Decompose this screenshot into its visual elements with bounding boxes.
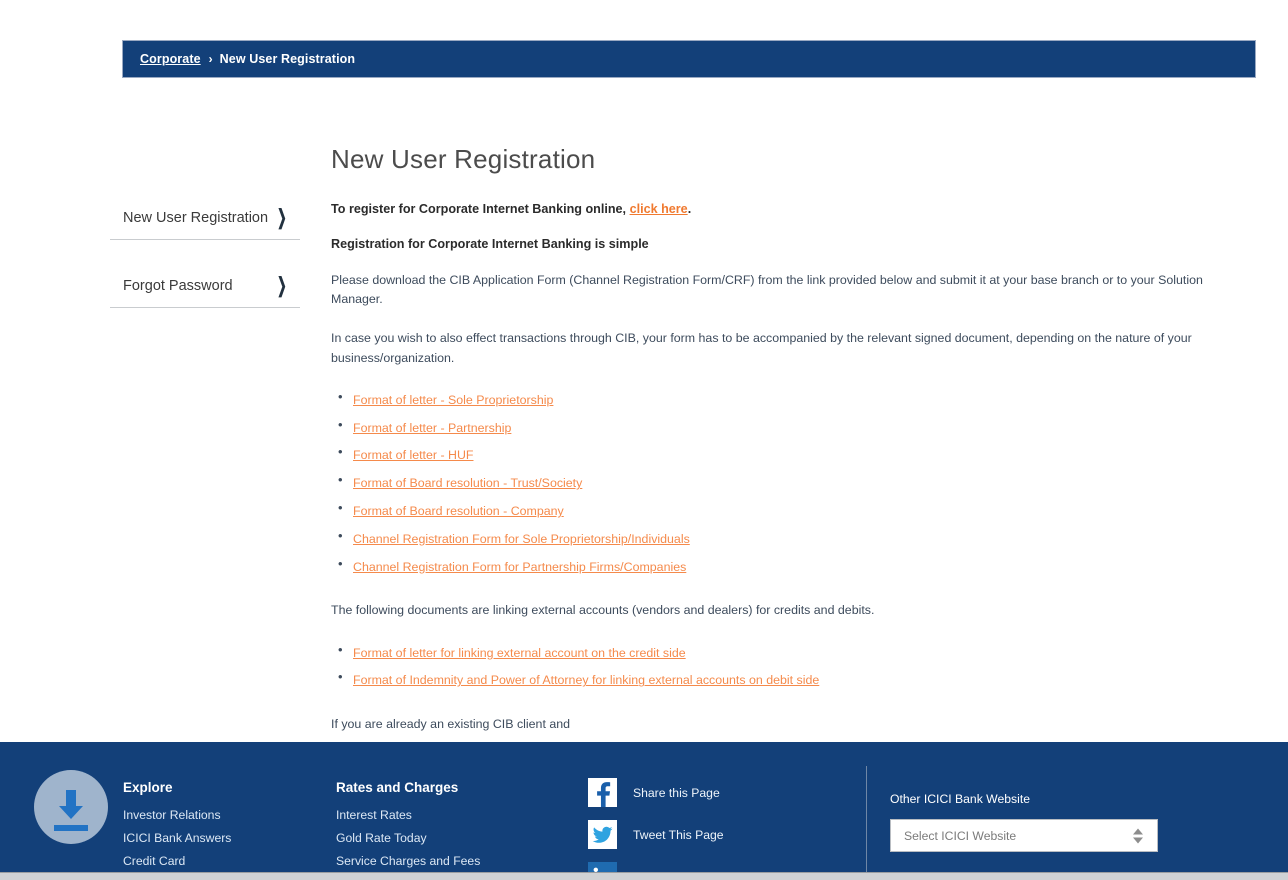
share-facebook-label: Share this Page: [633, 785, 720, 800]
list-item: Channel Registration Form for Partnershi…: [331, 554, 1241, 580]
document-link[interactable]: Format of letter for linking external ac…: [353, 646, 686, 660]
website-select-dropdown[interactable]: Select ICICI Website: [890, 819, 1158, 852]
facebook-icon: [588, 778, 617, 807]
share-twitter-button[interactable]: Tweet This Page: [588, 820, 724, 849]
document-link[interactable]: Format of Board resolution - Company: [353, 504, 564, 518]
footer-column-heading: Rates and Charges: [336, 780, 459, 795]
chevron-right-icon: ❯: [277, 273, 287, 297]
footer-link[interactable]: Investor Relations: [123, 808, 231, 822]
document-link[interactable]: Format of Board resolution - Trust/Socie…: [353, 476, 582, 490]
share-facebook-button[interactable]: Share this Page: [588, 778, 724, 807]
list-item: Format of Board resolution - Company: [331, 498, 1241, 524]
lead-paragraph: To register for Corporate Internet Banki…: [331, 201, 1241, 218]
document-link[interactable]: Format of letter - Partnership: [353, 421, 511, 435]
list-item: Format of letter - HUF: [331, 442, 1241, 468]
list-item: Format of Indemnity and Power of Attorne…: [331, 667, 1241, 693]
download-icon[interactable]: [34, 770, 108, 844]
list-item: Format of letter - Sole Proprietorship: [331, 387, 1241, 413]
breadcrumb-link-corporate[interactable]: Corporate: [140, 52, 201, 66]
footer-link[interactable]: Gold Rate Today: [336, 831, 480, 845]
chevron-right-icon: ❯: [277, 205, 287, 229]
breadcrumb-separator-icon: ›: [208, 52, 213, 66]
page-title: New User Registration: [331, 144, 596, 174]
footer: Explore Investor Relations ICICI Bank An…: [0, 742, 1288, 872]
footer-link[interactable]: Credit Card: [123, 854, 231, 868]
document-link[interactable]: Channel Registration Form for Sole Propr…: [353, 532, 690, 546]
external-account-link-list: Format of letter for linking external ac…: [331, 640, 1241, 694]
twitter-icon: [588, 820, 617, 849]
sidebar-item-label: New User Registration: [123, 209, 269, 226]
form-document-link-list: Format of letter - Sole Proprietorship F…: [331, 387, 1241, 580]
download-arrow-head: [59, 806, 83, 819]
subheading: Registration for Corporate Internet Bank…: [331, 237, 649, 251]
sidebar-item-new-user-registration[interactable]: New User Registration ❯: [110, 196, 300, 240]
document-link[interactable]: Channel Registration Form for Partnershi…: [353, 560, 686, 574]
document-link[interactable]: Format of letter - Sole Proprietorship: [353, 393, 553, 407]
linkedin-icon: [588, 862, 617, 872]
paragraph-transactions: In case you wish to also effect transact…: [331, 331, 1192, 365]
footer-vertical-divider: [866, 766, 867, 872]
list-item: Channel Registration Form for Sole Propr…: [331, 526, 1241, 552]
footer-column-heading: Explore: [123, 780, 173, 795]
footer-column-rates-and-charges: Rates and Charges Interest Rates Gold Ra…: [336, 780, 480, 872]
sidebar-item-forgot-password[interactable]: Forgot Password ❯: [110, 264, 300, 308]
footer-column-explore: Explore Investor Relations ICICI Bank An…: [123, 780, 231, 872]
paragraph-existing-client: If you are already an existing CIB clien…: [331, 717, 570, 732]
download-arrow-base: [54, 825, 88, 831]
click-here-link[interactable]: click here: [630, 202, 688, 216]
os-taskbar-strip: [0, 872, 1288, 880]
page-root: Corporate › New User Registration New Us…: [0, 0, 1288, 880]
sidebar: New User Registration ❯ Forgot Password …: [110, 196, 300, 308]
list-item: Format of letter - Partnership: [331, 415, 1241, 441]
share-twitter-label: Tweet This Page: [633, 827, 724, 842]
share-linkedin-button[interactable]: [588, 862, 724, 872]
footer-link[interactable]: Interest Rates: [336, 808, 480, 822]
footer-social-share: Share this Page Tweet This Page: [588, 778, 724, 872]
list-item: Format of Board resolution - Trust/Socie…: [331, 470, 1241, 496]
breadcrumb: Corporate › New User Registration: [122, 40, 1256, 78]
sidebar-item-label: Forgot Password: [123, 277, 233, 294]
chevron-updown-icon: [1133, 828, 1143, 843]
paragraph-download-form: Please download the CIB Application Form…: [331, 273, 1203, 307]
lead-text-prefix: To register for Corporate Internet Banki…: [331, 202, 630, 216]
website-select-value: Select ICICI Website: [904, 828, 1017, 843]
breadcrumb-current: New User Registration: [219, 52, 356, 66]
document-link[interactable]: Format of letter - HUF: [353, 448, 473, 462]
paragraph-external-accounts: The following documents are linking exte…: [331, 603, 875, 618]
list-item: Format of letter for linking external ac…: [331, 640, 1241, 666]
footer-link[interactable]: Service Charges and Fees: [336, 854, 480, 868]
lead-text-suffix: .: [687, 202, 692, 216]
footer-link[interactable]: ICICI Bank Answers: [123, 831, 231, 845]
other-website-block: Other ICICI Bank Website Select ICICI We…: [890, 792, 1160, 852]
main-content: New User Registration To register for Co…: [331, 144, 1241, 801]
other-website-label: Other ICICI Bank Website: [890, 792, 1030, 806]
document-link[interactable]: Format of Indemnity and Power of Attorne…: [353, 673, 819, 687]
